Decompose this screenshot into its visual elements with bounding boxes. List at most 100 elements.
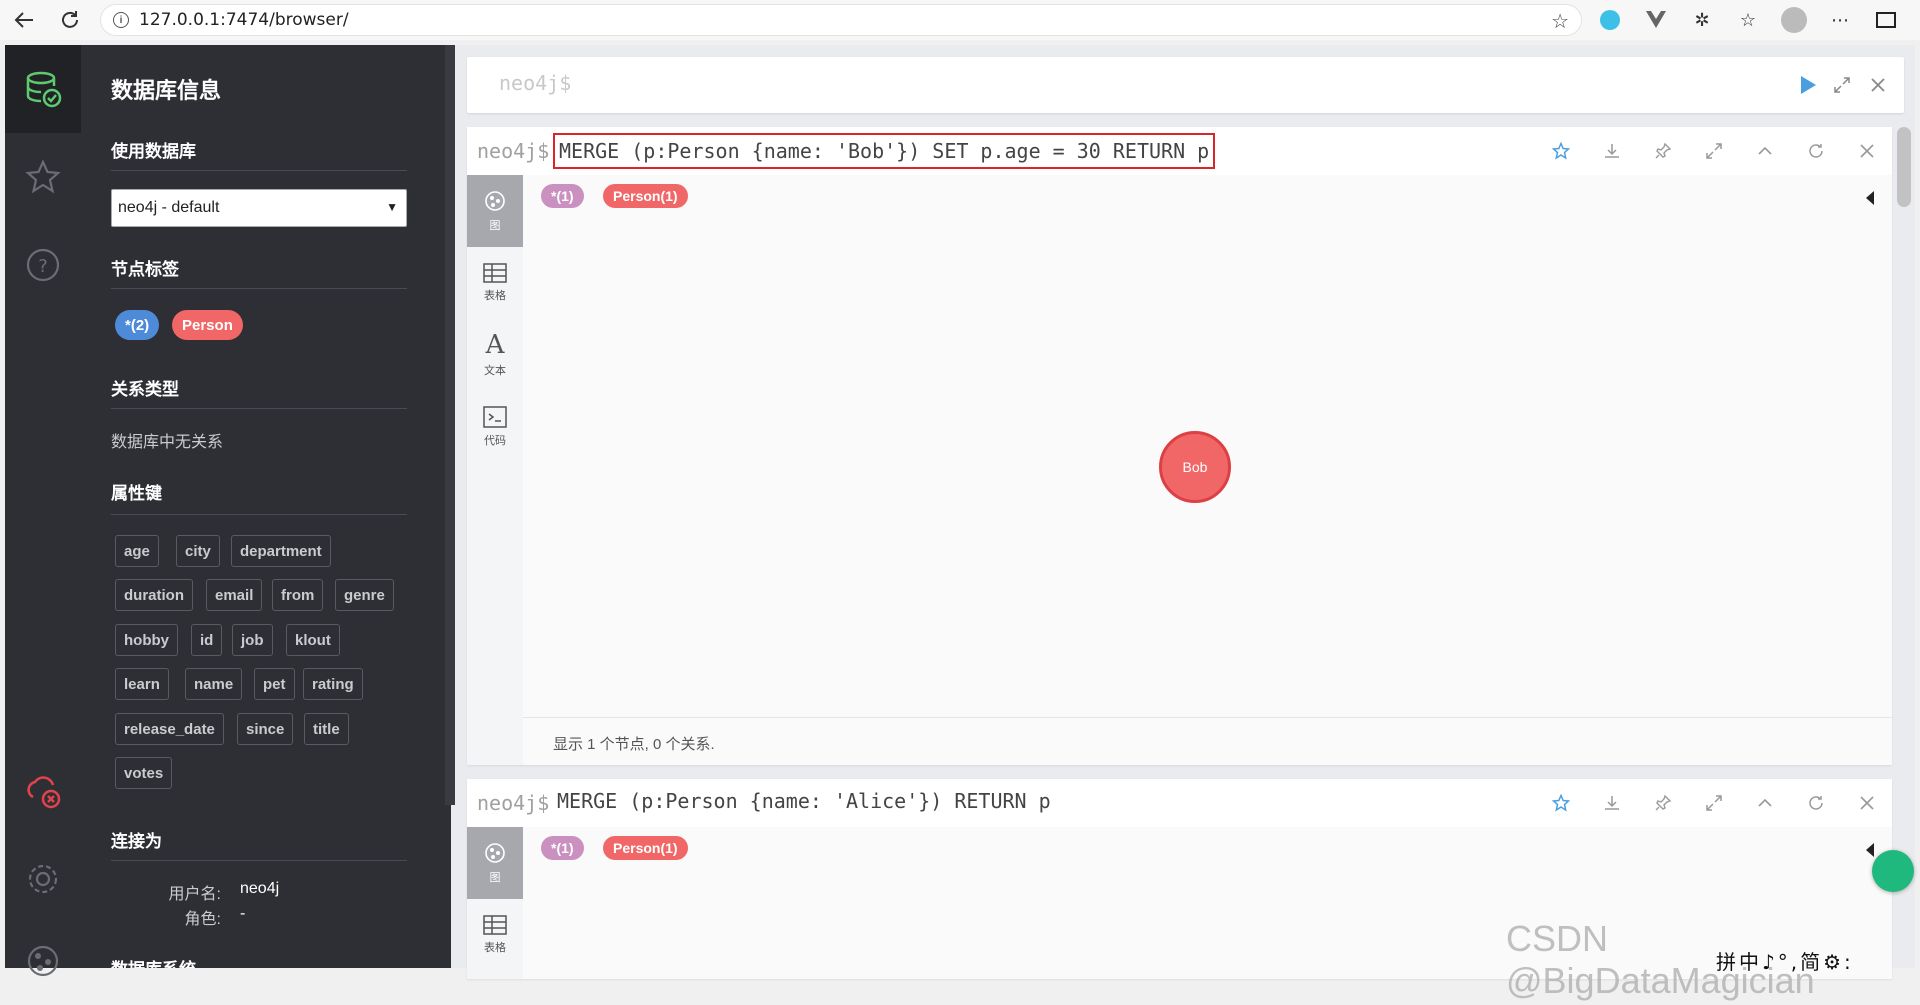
about-nav[interactable] bbox=[5, 917, 81, 1005]
tab-table-label: 表格 bbox=[484, 942, 506, 954]
more-menu-icon[interactable]: ⋯ bbox=[1826, 6, 1854, 34]
tab-graph[interactable]: 图 bbox=[467, 827, 523, 899]
fullscreen-button[interactable] bbox=[1688, 127, 1739, 175]
close-icon bbox=[1859, 144, 1874, 158]
cypher-editor[interactable]: neo4j$ bbox=[467, 57, 1904, 113]
run-query-button[interactable] bbox=[1792, 69, 1824, 101]
favorites-nav[interactable] bbox=[5, 133, 81, 221]
username-value: neo4j bbox=[240, 880, 280, 897]
property-key-learn[interactable]: learn bbox=[115, 668, 169, 700]
favorite-query-button[interactable] bbox=[1535, 127, 1586, 175]
collapse-button[interactable] bbox=[1739, 127, 1790, 175]
download-button[interactable] bbox=[1586, 127, 1637, 175]
table-icon bbox=[483, 263, 507, 283]
overview-collapse-icon[interactable] bbox=[1866, 843, 1874, 857]
expand-icon bbox=[1705, 143, 1722, 159]
connection-status-nav[interactable] bbox=[5, 747, 81, 835]
settings-nav[interactable] bbox=[5, 835, 81, 923]
expand-icon bbox=[1834, 77, 1850, 93]
back-icon[interactable] bbox=[6, 2, 42, 38]
property-key-since[interactable]: since bbox=[237, 713, 294, 745]
clear-editor-button[interactable] bbox=[1862, 69, 1894, 101]
tab-table[interactable]: 表格 bbox=[467, 247, 523, 319]
connected-as-title: 连接为 bbox=[111, 832, 162, 851]
graph-node[interactable]: Bob bbox=[1159, 431, 1231, 503]
username-label: 用户名: bbox=[168, 886, 221, 903]
property-key-from[interactable]: from bbox=[272, 579, 324, 611]
pin-button[interactable] bbox=[1637, 127, 1688, 175]
favorite-query-button[interactable] bbox=[1535, 779, 1586, 827]
collapse-button[interactable] bbox=[1739, 779, 1790, 827]
close-frame-button[interactable] bbox=[1841, 127, 1892, 175]
graph-visualization[interactable]: *(1) Person(1) Bob bbox=[523, 175, 1892, 717]
overview-label-all[interactable]: *(1) bbox=[541, 836, 584, 860]
no-relationships-text: 数据库中无关系 bbox=[111, 434, 224, 451]
help-nav[interactable]: ? bbox=[5, 221, 81, 309]
property-key-age[interactable]: age bbox=[115, 535, 159, 567]
download-icon bbox=[1604, 144, 1619, 158]
property-key-email[interactable]: email bbox=[206, 579, 263, 611]
pin-icon bbox=[1655, 794, 1671, 811]
property-key-klout[interactable]: klout bbox=[286, 624, 340, 656]
property-key-release-date[interactable]: release_date bbox=[115, 713, 224, 745]
tab-graph[interactable]: 图 bbox=[467, 175, 523, 247]
info-icon[interactable]: i bbox=[113, 12, 129, 28]
database-select[interactable]: neo4j - default ▼ bbox=[111, 189, 407, 227]
refresh-icon bbox=[1808, 144, 1823, 158]
drawer-scrollbar[interactable] bbox=[445, 45, 455, 805]
overview-label-all[interactable]: *(1) bbox=[541, 184, 584, 208]
tab-text[interactable]: A 文本 bbox=[467, 319, 523, 391]
rerun-button[interactable] bbox=[1790, 779, 1841, 827]
property-key-hobby[interactable]: hobby bbox=[115, 624, 178, 656]
overview-label-person[interactable]: Person(1) bbox=[603, 836, 688, 860]
tab-table[interactable]: 表格 bbox=[467, 899, 523, 971]
node-label-person[interactable]: Person bbox=[172, 310, 243, 340]
chevron-up-icon bbox=[1757, 798, 1772, 807]
favorite-star-icon[interactable]: ☆ bbox=[1551, 9, 1569, 34]
property-key-name[interactable]: name bbox=[185, 668, 243, 700]
property-key-department[interactable]: department bbox=[231, 535, 331, 567]
refresh-icon[interactable] bbox=[52, 2, 88, 38]
fullscreen-button[interactable] bbox=[1688, 779, 1739, 827]
fullscreen-editor-button[interactable] bbox=[1826, 69, 1858, 101]
frame-query[interactable]: MERGE (p:Person {name: 'Bob'}) SET p.age… bbox=[553, 133, 1216, 169]
star-icon bbox=[1551, 794, 1570, 812]
result-summary: 显示 1 个节点, 0 个关系. bbox=[553, 736, 715, 753]
url-text: 127.0.0.1:7474/browser/ bbox=[139, 10, 349, 30]
vue-extension-icon[interactable] bbox=[1642, 6, 1670, 34]
close-frame-button[interactable] bbox=[1841, 779, 1892, 827]
property-key-pet[interactable]: pet bbox=[254, 668, 295, 700]
frame-query[interactable]: MERGE (p:Person {name: 'Alice'}) RETURN … bbox=[553, 785, 1055, 817]
floating-assistant-icon[interactable] bbox=[1872, 850, 1914, 892]
divider bbox=[111, 170, 407, 171]
node-labels-title: 节点标签 bbox=[111, 260, 179, 279]
profile-avatar-icon[interactable] bbox=[1780, 6, 1808, 34]
overview-label-person[interactable]: Person(1) bbox=[603, 184, 688, 208]
property-key-rating[interactable]: rating bbox=[303, 668, 363, 700]
overview-collapse-icon[interactable] bbox=[1866, 191, 1874, 205]
favorites-icon[interactable]: ☆ bbox=[1734, 6, 1762, 34]
main-scrollbar[interactable] bbox=[1897, 127, 1911, 207]
role-value: - bbox=[240, 905, 246, 922]
database-info-nav[interactable] bbox=[5, 45, 81, 133]
property-key-id[interactable]: id bbox=[191, 624, 223, 656]
divider bbox=[111, 860, 407, 861]
property-key-duration[interactable]: duration bbox=[115, 579, 193, 611]
help-icon: ? bbox=[26, 248, 60, 282]
watermark: CSDN @BigDataMagician bbox=[1506, 918, 1815, 1001]
ime-toolbar[interactable]: 拼中♪°,简⚙: bbox=[1716, 946, 1854, 975]
pin-button[interactable] bbox=[1637, 779, 1688, 827]
download-button[interactable] bbox=[1586, 779, 1637, 827]
rerun-button[interactable] bbox=[1790, 127, 1841, 175]
sidebar-toggle-icon[interactable] bbox=[1872, 6, 1900, 34]
extension-icon[interactable] bbox=[1596, 6, 1624, 34]
tab-code[interactable]: 代码 bbox=[467, 391, 523, 463]
address-bar[interactable]: i 127.0.0.1:7474/browser/ ☆ bbox=[100, 4, 1582, 36]
property-key-title[interactable]: title bbox=[304, 713, 349, 745]
property-key-votes[interactable]: votes bbox=[115, 757, 173, 789]
property-key-genre[interactable]: genre bbox=[335, 579, 394, 611]
node-label-all[interactable]: *(2) bbox=[115, 310, 160, 340]
property-key-city[interactable]: city bbox=[176, 535, 220, 567]
puzzle-extensions-icon[interactable]: ✲ bbox=[1688, 6, 1716, 34]
property-key-job[interactable]: job bbox=[232, 624, 273, 656]
